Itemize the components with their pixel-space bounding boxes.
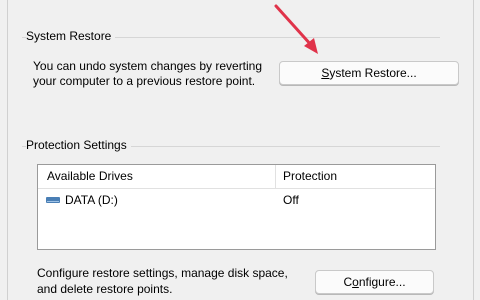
drives-list-header: Available Drives Protection xyxy=(38,165,435,189)
pointer-arrow-icon xyxy=(274,4,318,54)
drive-row[interactable]: DATA (D:) Off xyxy=(38,191,435,209)
drive-icon xyxy=(46,197,60,203)
window-edge-left xyxy=(7,0,8,300)
protection-settings-group-title: Protection Settings xyxy=(26,138,131,152)
column-header-available-drives[interactable]: Available Drives xyxy=(47,169,133,183)
column-header-protection[interactable]: Protection xyxy=(283,169,337,183)
configure-description-line1: Configure restore settings, manage disk … xyxy=(37,266,288,280)
window-edge-right xyxy=(473,0,474,300)
column-separator[interactable] xyxy=(275,165,276,189)
system-restore-description-line1: You can undo system changes by reverting xyxy=(33,59,263,73)
configure-button-mnemonic: o xyxy=(352,275,359,289)
drives-list[interactable]: Available Drives Protection DATA (D:) Of… xyxy=(37,164,436,250)
system-restore-description-line2: your computer to a previous restore poin… xyxy=(33,74,256,88)
drive-protection: Off xyxy=(283,193,299,207)
system-restore-button-label: ystem Restore... xyxy=(329,66,417,80)
drive-name: DATA (D:) xyxy=(65,193,118,207)
configure-button-label-start: C xyxy=(343,275,353,289)
configure-description-line2: and delete restore points. xyxy=(37,282,173,296)
configure-button[interactable]: Configure... xyxy=(315,270,434,294)
system-restore-button[interactable]: System Restore... xyxy=(279,61,459,85)
configure-button-label-end: nfigure... xyxy=(358,275,406,289)
system-restore-group-title: System Restore xyxy=(26,29,116,43)
